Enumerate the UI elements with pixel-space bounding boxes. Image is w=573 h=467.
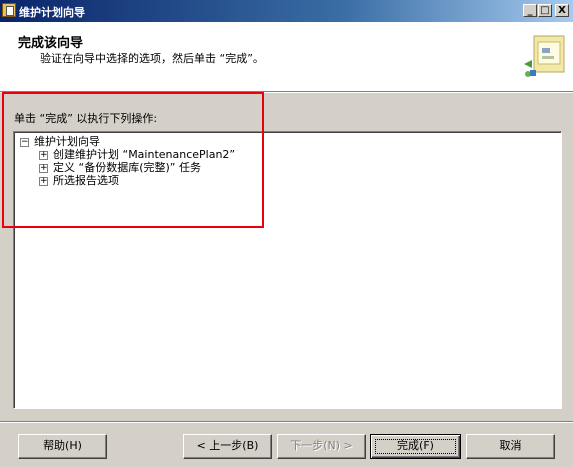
finish-button[interactable]: 完成(F) bbox=[370, 434, 461, 459]
close-button[interactable]: X bbox=[555, 4, 569, 17]
page-subtitle: 验证在向导中选择的选项，然后单击 “完成”。 bbox=[40, 52, 264, 65]
next-button[interactable]: 下一步(N) > bbox=[277, 434, 366, 459]
wizard-app-icon bbox=[2, 3, 16, 17]
wizard-header: 完成该向导 验证在向导中选择的选项，然后单击 “完成”。 bbox=[0, 22, 573, 92]
title-bar[interactable]: 维护计划向导 _ □ X bbox=[0, 0, 573, 22]
highlight-annotation-box bbox=[2, 92, 264, 228]
cancel-button[interactable]: 取消 bbox=[466, 434, 555, 459]
focus-rect bbox=[375, 439, 456, 454]
back-button[interactable]: < 上一步(B) bbox=[183, 434, 272, 459]
help-button[interactable]: 帮助(H) bbox=[18, 434, 107, 459]
wizard-banner-graphic bbox=[524, 35, 565, 77]
window-title: 维护计划向导 bbox=[19, 6, 85, 19]
footer-separator-highlight bbox=[0, 422, 573, 423]
minimize-button[interactable]: _ bbox=[523, 4, 537, 17]
page-title: 完成该向导 bbox=[18, 36, 84, 51]
maximize-button[interactable]: □ bbox=[538, 4, 552, 17]
